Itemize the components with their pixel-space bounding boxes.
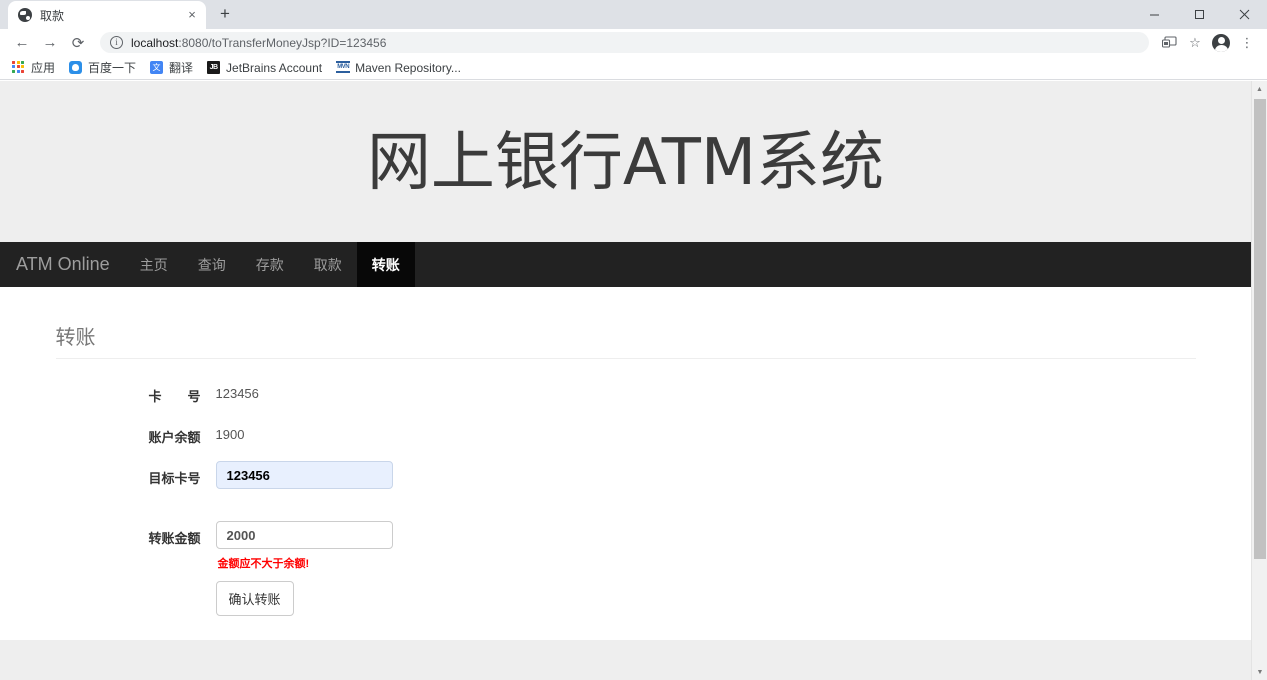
bookmark-label: Maven Repository... <box>355 60 461 75</box>
section-title: 转账 <box>55 327 96 350</box>
minimize-button[interactable] <box>1132 0 1177 29</box>
nav-item-withdraw[interactable]: 取款 <box>299 242 357 287</box>
globe-icon <box>18 8 32 22</box>
form-row-target-card: 目标卡号 <box>56 461 1196 490</box>
back-icon[interactable]: ← <box>8 31 36 55</box>
form-row-balance: 账户余额 1900 <box>56 420 1196 446</box>
browser-toolbar: ← → ⟳ i localhost:8080/toTransferMoneyJs… <box>0 29 1267 56</box>
page-footer-fill <box>0 640 1251 680</box>
confirm-transfer-button[interactable]: 确认转账 <box>215 581 294 617</box>
nav-item-transfer[interactable]: 转账 <box>356 242 415 288</box>
form-row-card-no: 卡 号 123456 <box>56 379 1196 405</box>
transfer-form: 卡 号 123456 账户余额 1900 目标卡号 转账金额 <box>56 379 1196 617</box>
maximize-button[interactable] <box>1177 0 1222 29</box>
page-scrollbar[interactable]: ▲ ▼ <box>1251 81 1267 680</box>
menu-icon[interactable]: ⋮ <box>1235 31 1259 55</box>
form-row-amount: 转账金额 <box>56 521 1196 550</box>
bookmark-translate[interactable]: 翻译 <box>144 58 199 78</box>
bookmark-label: 翻译 <box>169 61 194 75</box>
address-bar[interactable]: i localhost:8080/toTransferMoneyJsp?ID=1… <box>100 32 1149 53</box>
bookmark-label: JetBrains Account <box>226 60 323 75</box>
section-header: 转账 <box>55 327 1196 360</box>
bookmark-label: 应用 <box>31 61 56 75</box>
page-viewport: 网上银行ATM系统 ATM Online 主页 查询 存款 取款 转账 转账 卡… <box>0 81 1267 680</box>
bookmark-apps[interactable]: 应用 <box>6 58 61 78</box>
web-page: 网上银行ATM系统 ATM Online 主页 查询 存款 取款 转账 转账 卡… <box>0 81 1251 680</box>
tab-strip: 取款 × + <box>0 0 1267 29</box>
translate-icon <box>150 60 164 75</box>
bookmark-star-icon[interactable]: ☆ <box>1183 31 1207 55</box>
new-tab-button[interactable]: + <box>211 1 239 29</box>
reload-icon[interactable]: ⟳ <box>64 31 92 55</box>
balance-value: 1900 <box>215 427 245 443</box>
scrollbar-thumb[interactable] <box>1254 99 1266 559</box>
bookmarks-bar: 应用 百度一下 翻译 JB JetBrains Account MVN Mave… <box>0 56 1267 80</box>
maven-icon: MVN <box>336 60 351 75</box>
scroll-down-icon[interactable]: ▼ <box>1252 664 1267 680</box>
form-row-error: 金额应不大于余额! <box>56 555 1196 571</box>
navbar-brand[interactable]: ATM Online <box>1 242 125 287</box>
target-card-label: 目标卡号 <box>148 471 201 487</box>
site-info-icon[interactable]: i <box>110 36 123 49</box>
bookmark-maven[interactable]: MVN Maven Repository... <box>330 58 467 78</box>
close-icon[interactable]: × <box>184 7 200 23</box>
bookmark-baidu[interactable]: 百度一下 <box>63 58 142 78</box>
bookmark-label: 百度一下 <box>88 61 137 75</box>
form-row-submit: 确认转账 <box>56 581 1196 617</box>
amount-label: 转账金额 <box>148 531 201 547</box>
page-title: 网上银行ATM系统 <box>366 126 885 200</box>
nav-item-deposit[interactable]: 存款 <box>241 242 299 287</box>
nav-item-home[interactable]: 主页 <box>125 242 183 287</box>
browser-window: 取款 × + ← → ⟳ i localhost:8080/toTransfer… <box>0 0 1267 680</box>
cast-icon[interactable] <box>1157 31 1181 55</box>
close-window-button[interactable] <box>1222 0 1267 29</box>
forward-icon[interactable]: → <box>36 31 64 55</box>
browser-tab[interactable]: 取款 × <box>8 1 206 29</box>
target-card-input[interactable] <box>215 461 393 490</box>
error-message: 金额应不大于余额! <box>217 558 310 571</box>
nav-item-query[interactable]: 查询 <box>183 242 241 287</box>
balance-label: 账户余额 <box>148 430 201 446</box>
baidu-icon <box>69 60 83 75</box>
card-no-label: 卡 号 <box>148 389 201 405</box>
apps-grid-icon <box>12 60 26 75</box>
scroll-up-icon[interactable]: ▲ <box>1252 81 1267 97</box>
address-bar-url: localhost:8080/toTransferMoneyJsp?ID=123… <box>131 36 386 50</box>
content-container: 转账 卡 号 123456 账户余额 1900 目标卡号 123456 转账金额… <box>41 327 1211 617</box>
bookmark-jetbrains[interactable]: JB JetBrains Account <box>201 58 328 78</box>
url-host: localhost <box>131 35 179 50</box>
url-path: :8080/toTransferMoneyJsp?ID=123456 <box>178 35 387 50</box>
site-navbar: ATM Online 主页 查询 存款 取款 转账 <box>0 242 1251 288</box>
amount-input[interactable] <box>215 521 393 550</box>
card-no-value: 123456 <box>215 386 259 402</box>
jetbrains-icon: JB <box>207 60 221 75</box>
tab-title: 取款 <box>40 8 65 23</box>
window-controls <box>1132 0 1267 29</box>
avatar[interactable] <box>1209 31 1233 55</box>
hero-banner: 网上银行ATM系统 <box>0 81 1251 243</box>
